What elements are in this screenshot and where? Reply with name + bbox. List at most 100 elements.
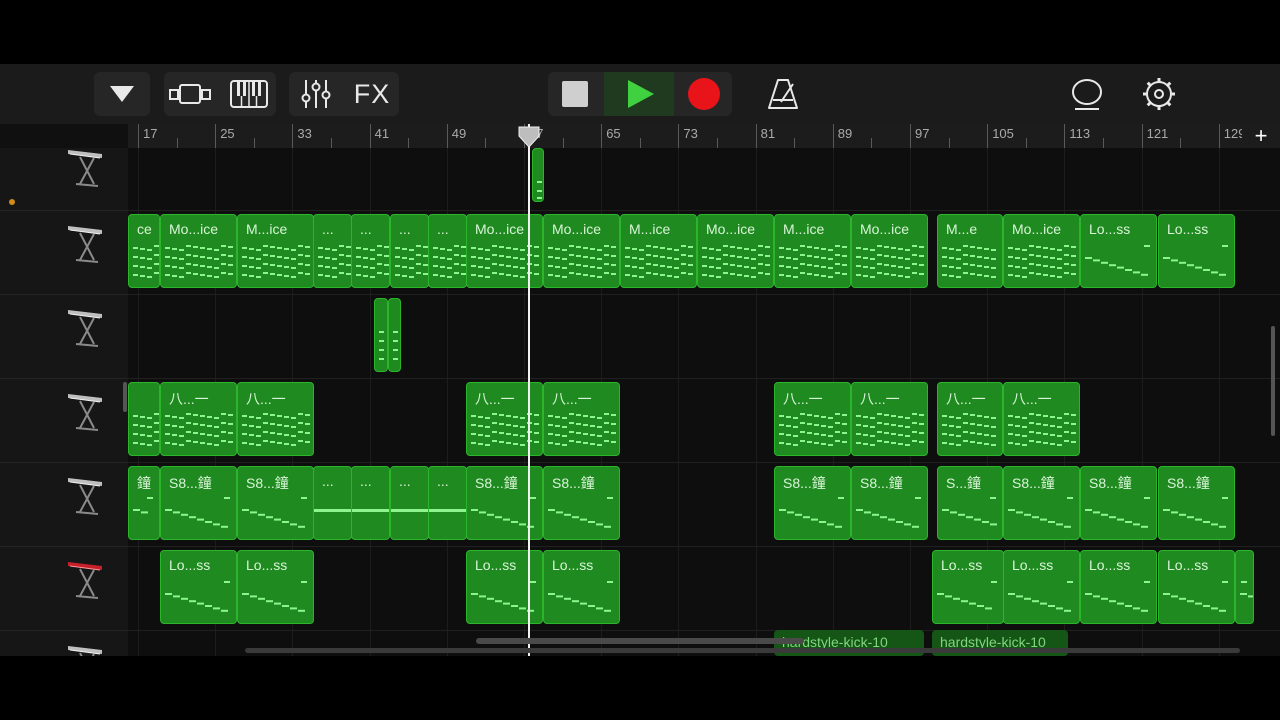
midi-region[interactable]: M...ice bbox=[774, 214, 851, 288]
midi-note bbox=[611, 255, 616, 257]
record-button[interactable] bbox=[676, 72, 732, 116]
midi-note bbox=[305, 273, 310, 275]
midi-region[interactable]: M...ice bbox=[620, 214, 697, 288]
track-header[interactable] bbox=[0, 148, 128, 211]
track-header[interactable] bbox=[0, 294, 128, 379]
midi-region[interactable]: 八...一 bbox=[851, 382, 928, 456]
midi-region[interactable]: Lo...ss bbox=[932, 550, 1004, 624]
playhead-handle-icon[interactable] bbox=[518, 126, 540, 148]
midi-region[interactable]: ... bbox=[351, 466, 390, 540]
midi-region[interactable] bbox=[532, 148, 544, 202]
midi-region[interactable]: ... bbox=[313, 214, 352, 288]
midi-note bbox=[485, 426, 490, 428]
midi-region[interactable]: 八...一 bbox=[1003, 382, 1080, 456]
my-songs-menu-button[interactable] bbox=[94, 72, 150, 116]
vertical-scrollbar[interactable] bbox=[1271, 326, 1275, 436]
midi-region[interactable]: Mo...ice bbox=[1003, 214, 1080, 288]
add-section-button[interactable]: + bbox=[1242, 123, 1280, 148]
midi-region[interactable]: ... bbox=[390, 214, 429, 288]
track-lane[interactable] bbox=[128, 148, 1280, 211]
midi-note bbox=[863, 275, 868, 277]
midi-note bbox=[186, 440, 191, 442]
settings-button[interactable] bbox=[1134, 72, 1184, 116]
midi-region[interactable]: 八...一 bbox=[237, 382, 314, 456]
tracks-view-button[interactable] bbox=[164, 72, 218, 116]
midi-note bbox=[942, 247, 947, 249]
midi-region[interactable]: S...鐘 bbox=[937, 466, 1003, 540]
track-header[interactable] bbox=[0, 462, 128, 547]
midi-region[interactable]: Mo...ice bbox=[160, 214, 237, 288]
midi-region[interactable]: S8...鐘 bbox=[160, 466, 237, 540]
midi-region[interactable]: 八...一 bbox=[160, 382, 237, 456]
play-button[interactable] bbox=[612, 72, 670, 116]
midi-region[interactable]: Mo...ice bbox=[543, 214, 620, 288]
record-icon bbox=[688, 78, 720, 110]
midi-region[interactable]: 八...一 bbox=[937, 382, 1003, 456]
midi-note bbox=[970, 441, 975, 443]
midi-region[interactable]: M...e bbox=[937, 214, 1003, 288]
midi-region[interactable] bbox=[128, 382, 160, 456]
track-lane[interactable]: Lo...ss Lo...ss Lo...ss Lo...ss Lo...ss Lo...… bbox=[128, 546, 1280, 631]
midi-note bbox=[172, 257, 177, 259]
horizontal-scrollbar[interactable] bbox=[245, 648, 1240, 653]
midi-region[interactable]: Lo...ss bbox=[1080, 550, 1157, 624]
midi-region[interactable] bbox=[388, 298, 401, 372]
midi-note bbox=[1071, 423, 1076, 425]
midi-region[interactable]: S8...鐘 bbox=[543, 466, 620, 540]
midi-region[interactable]: ... bbox=[428, 214, 467, 288]
metronome-button[interactable] bbox=[758, 72, 808, 116]
midi-region[interactable]: S8...鐘 bbox=[851, 466, 928, 540]
midi-region[interactable]: Lo...ss bbox=[543, 550, 620, 624]
midi-note bbox=[835, 272, 840, 274]
midi-note bbox=[242, 433, 247, 435]
midi-region[interactable]: 鐘 bbox=[128, 466, 160, 540]
loop-browser-button[interactable] bbox=[1062, 72, 1112, 116]
stop-button[interactable] bbox=[548, 72, 602, 116]
midi-region[interactable]: M...ice bbox=[237, 214, 314, 288]
midi-region[interactable]: Lo...ss bbox=[1080, 214, 1157, 288]
midi-region[interactable]: S8...鐘 bbox=[1158, 466, 1235, 540]
midi-region[interactable]: Lo...ss bbox=[160, 550, 237, 624]
midi-region[interactable]: Mo...ice bbox=[466, 214, 543, 288]
midi-region[interactable]: ... bbox=[351, 214, 390, 288]
midi-region[interactable]: S8...鐘 bbox=[774, 466, 851, 540]
keyboard-button[interactable] bbox=[222, 72, 276, 116]
track-lane[interactable]: 鐘 S8...鐘 S8...鐘............ S8...鐘 S8...鐘 S8.… bbox=[128, 462, 1280, 547]
midi-region[interactable]: 八...一 bbox=[543, 382, 620, 456]
track-lane[interactable]: 八...一 八...一 八...一 八...一 八...一 八...一 八...一 八...一 bbox=[128, 378, 1280, 463]
timeline-ruler[interactable]: 1725334149576573818997105113121129 bbox=[128, 124, 1280, 149]
track-lanes[interactable]: ce Mo...ice M...ice............ Mo...ice Mo.… bbox=[128, 148, 1280, 656]
track-header[interactable] bbox=[0, 630, 128, 656]
midi-region[interactable]: Mo...ice bbox=[697, 214, 774, 288]
horizontal-scroll-thumb[interactable] bbox=[476, 638, 804, 644]
midi-region[interactable]: ... bbox=[313, 466, 352, 540]
fx-button[interactable]: FX bbox=[345, 72, 399, 116]
playhead-line[interactable] bbox=[528, 124, 530, 656]
track-header[interactable] bbox=[0, 210, 128, 295]
midi-region[interactable]: Lo...ss bbox=[466, 550, 543, 624]
midi-region[interactable]: Lo...ss bbox=[237, 550, 314, 624]
midi-note bbox=[1064, 254, 1069, 256]
track-lane[interactable] bbox=[128, 294, 1280, 379]
midi-note bbox=[597, 426, 602, 428]
midi-region[interactable]: Mo...ice bbox=[851, 214, 928, 288]
track-header[interactable] bbox=[0, 378, 128, 463]
midi-region[interactable]: Lo...ss bbox=[1003, 550, 1080, 624]
midi-region[interactable]: ce bbox=[128, 214, 160, 288]
midi-region[interactable]: S8...鐘 bbox=[1080, 466, 1157, 540]
track-controls-button[interactable] bbox=[289, 72, 343, 116]
midi-region[interactable]: ... bbox=[428, 466, 467, 540]
track-header[interactable] bbox=[0, 546, 128, 631]
track-lane[interactable]: ce Mo...ice M...ice............ Mo...ice Mo.… bbox=[128, 210, 1280, 295]
midi-region[interactable]: Lo...ss bbox=[1158, 214, 1235, 288]
midi-region[interactable]: S8...鐘 bbox=[466, 466, 543, 540]
midi-region[interactable]: S8...鐘 bbox=[1003, 466, 1080, 540]
track-header-resize-handle[interactable] bbox=[123, 382, 127, 412]
midi-region[interactable]: ... bbox=[390, 466, 429, 540]
midi-region[interactable] bbox=[374, 298, 388, 372]
midi-region[interactable]: Lo...ss bbox=[1158, 550, 1235, 624]
midi-region[interactable]: 八...一 bbox=[774, 382, 851, 456]
midi-region[interactable]: S8...鐘 bbox=[237, 466, 314, 540]
midi-region[interactable]: 八...一 bbox=[466, 382, 543, 456]
midi-region[interactable] bbox=[1235, 550, 1254, 624]
